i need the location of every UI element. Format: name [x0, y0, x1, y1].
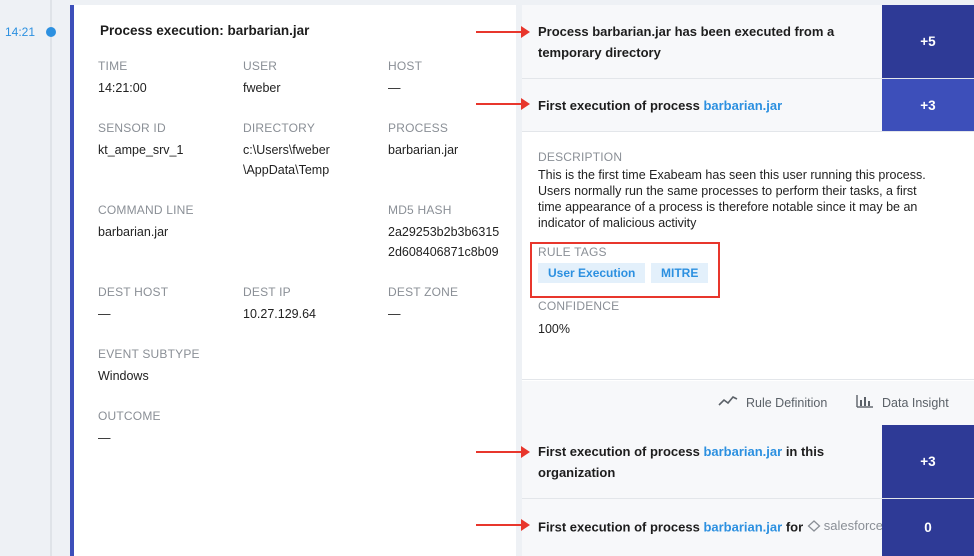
field-value: Windows [98, 369, 149, 383]
rule-text-prefix: Process barbarian.jar has been executed … [538, 24, 835, 60]
rule-text-prefix: First execution of process [538, 98, 704, 113]
data-insight-label: Data Insight [882, 396, 949, 410]
salesforce-logo: salesforce [807, 515, 883, 536]
rule-text: First execution of process barbarian.jar [538, 95, 868, 116]
event-title: Process execution: barbarian.jar [100, 23, 310, 38]
field-label: SENSOR ID [98, 121, 166, 135]
field-md5-hash: MD5 HASH 2a29253b2b3b6315 2d608406871c8b… [388, 203, 528, 262]
field-value: c:\Users\fweber \AppData\Temp [243, 143, 330, 177]
field-event-subtype: EVENT SUBTYPE Windows [98, 347, 238, 386]
description-label: DESCRIPTION [538, 150, 623, 164]
risk-score: +3 [882, 425, 974, 498]
timeline-dot [46, 27, 56, 37]
field-label: DIRECTORY [243, 121, 316, 135]
process-link[interactable]: barbarian.jar [703, 520, 782, 535]
field-command-line: COMMAND LINE barbarian.jar [98, 203, 238, 242]
field-value: 14:21:00 [98, 81, 147, 95]
confidence-label: CONFIDENCE [538, 299, 620, 313]
rule-row[interactable]: First execution of process barbarian.jar… [522, 425, 974, 499]
field-outcome: OUTCOME — [98, 409, 238, 448]
field-label: DEST IP [243, 285, 291, 299]
rule-actions: Rule Definition Data Insight [522, 381, 974, 425]
field-label: PROCESS [388, 121, 449, 135]
cloud-icon [807, 519, 821, 532]
field-label: MD5 HASH [388, 203, 452, 217]
risk-score: +3 [882, 79, 974, 131]
field-user: USER fweber [243, 59, 383, 98]
annotation-arrow [476, 26, 530, 38]
field-sensor-id: SENSOR ID kt_ampe_srv_1 [98, 121, 238, 160]
tag-user-execution[interactable]: User Execution [538, 263, 646, 283]
field-label: HOST [388, 59, 423, 73]
field-directory: DIRECTORY c:\Users\fweber \AppData\Temp [243, 121, 383, 180]
annotation-arrow [476, 446, 530, 458]
field-value: 2a29253b2b3b6315 2d608406871c8b09 [388, 225, 500, 259]
annotation-arrow [476, 98, 530, 110]
field-label: DEST ZONE [388, 285, 459, 299]
field-value: fweber [243, 81, 281, 95]
rule-text-suffix: for [782, 519, 807, 535]
rule-definition-button[interactable]: Rule Definition [718, 395, 827, 410]
field-value: — [388, 81, 401, 95]
confidence-value: 100% [538, 322, 570, 336]
rule-tags-label: RULE TAGS [538, 245, 607, 259]
rule-row[interactable]: Process barbarian.jar has been executed … [522, 5, 974, 79]
event-card: Process execution: barbarian.jar TIME 14… [70, 5, 516, 556]
rule-definition-label: Rule Definition [746, 395, 828, 410]
field-value: kt_ampe_srv_1 [98, 143, 184, 157]
field-label: EVENT SUBTYPE [98, 347, 200, 361]
field-dest-zone: DEST ZONE — [388, 285, 528, 324]
risk-score: 0 [882, 499, 974, 556]
rule-text: First execution of process barbarian.jar… [538, 515, 888, 538]
field-process: PROCESS barbarian.jar [388, 121, 528, 160]
rule-text: Process barbarian.jar has been executed … [538, 21, 868, 63]
field-value: — [98, 431, 111, 445]
data-insight-button[interactable]: Data Insight [856, 395, 949, 411]
field-label: TIME [98, 59, 128, 73]
trend-line-icon [718, 395, 738, 410]
risk-score: +5 [882, 5, 974, 78]
field-label: DEST HOST [98, 285, 169, 299]
process-link[interactable]: barbarian.jar [703, 98, 782, 113]
rule-text: First execution of process barbarian.jar… [538, 441, 868, 483]
field-value: 10.27.129.64 [243, 307, 316, 321]
salesforce-logo-text: salesforce [823, 518, 884, 533]
field-value: — [98, 307, 111, 321]
rule-text-prefix: First execution of process [538, 519, 704, 535]
description-text: This is the first time Exabeam has seen … [538, 168, 926, 230]
rule-text-prefix: First execution of process [538, 444, 704, 459]
timeline-time: 14:21 [5, 25, 36, 39]
field-label: USER [243, 59, 278, 73]
field-label: OUTCOME [98, 409, 161, 423]
field-value: barbarian.jar [388, 143, 459, 157]
field-value: barbarian.jar [98, 225, 169, 239]
rule-row[interactable]: First execution of process barbarian.jar… [522, 499, 974, 556]
field-dest-host: DEST HOST — [98, 285, 238, 324]
bar-chart-icon [856, 395, 874, 411]
rule-row[interactable]: First execution of process barbarian.jar… [522, 79, 974, 132]
field-value: — [388, 307, 401, 321]
rule-details: DESCRIPTION This is the first time Exabe… [522, 132, 974, 380]
field-label: COMMAND LINE [98, 203, 194, 217]
process-link[interactable]: barbarian.jar [703, 444, 782, 459]
rules-panel: Process barbarian.jar has been executed … [522, 5, 974, 556]
timeline-line [50, 0, 52, 556]
field-host: HOST — [388, 59, 528, 98]
tag-mitre[interactable]: MITRE [651, 263, 709, 283]
field-time: TIME 14:21:00 [98, 59, 238, 98]
field-dest-ip: DEST IP 10.27.129.64 [243, 285, 383, 324]
annotation-arrow [476, 519, 530, 531]
